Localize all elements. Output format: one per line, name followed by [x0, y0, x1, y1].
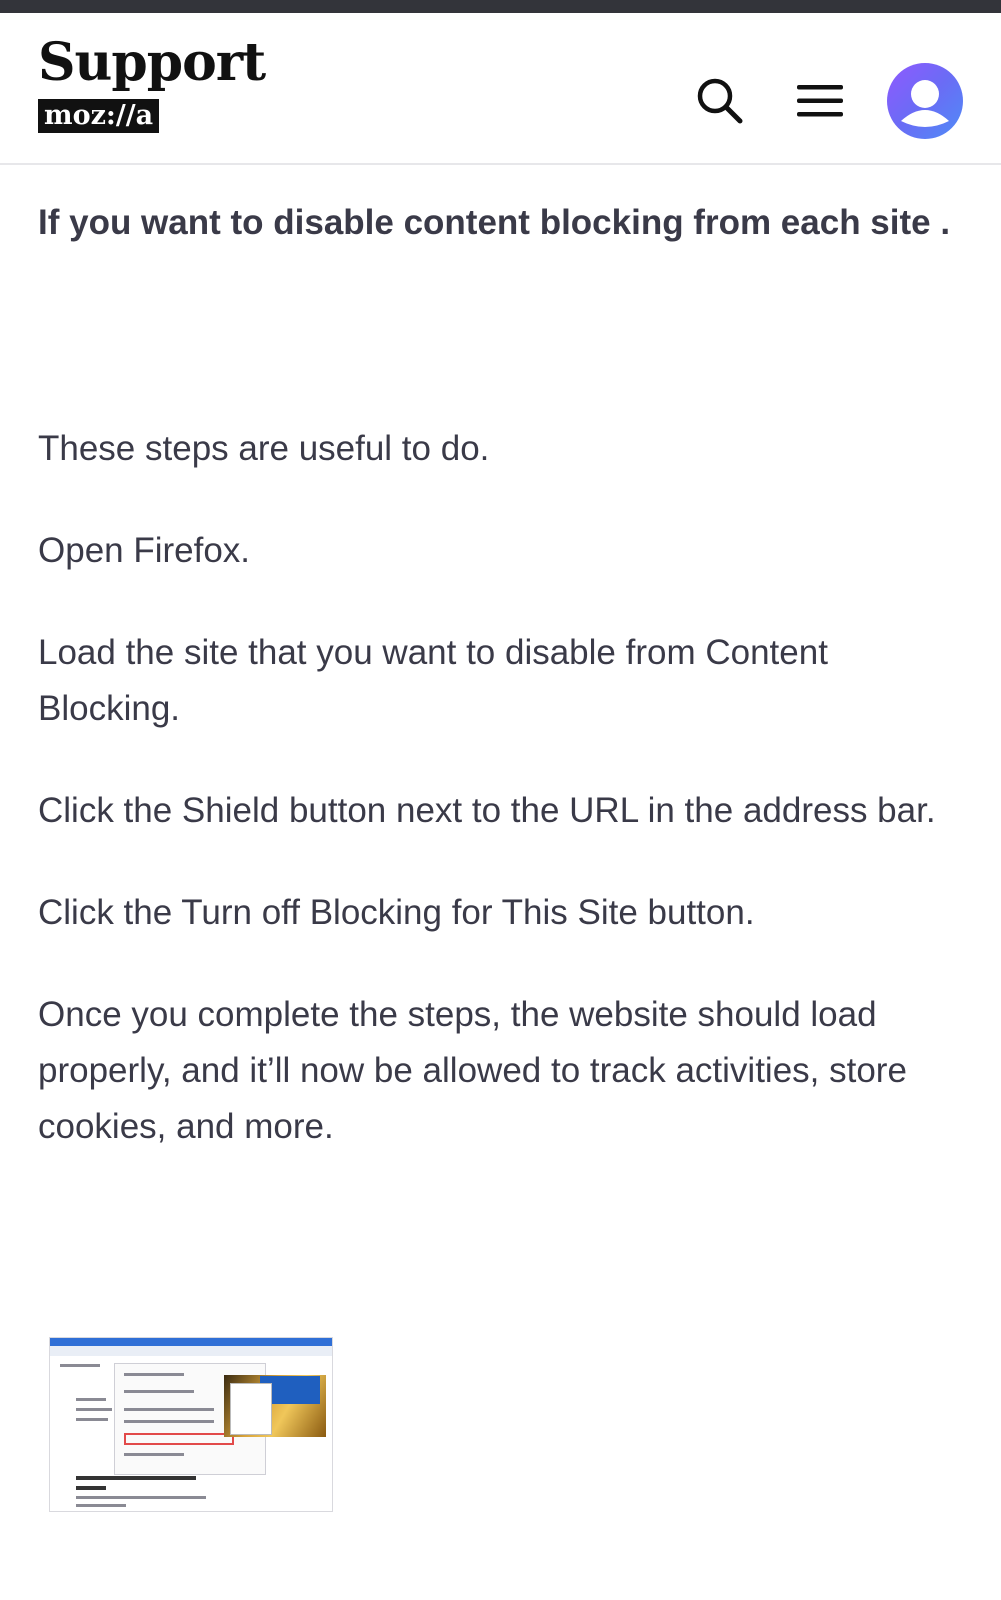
article-paragraph: Load the site that you want to disable f…: [38, 633, 828, 728]
thumbnail-text-line: [60, 1364, 100, 1367]
article-paragraph: Once you complete the steps, the website…: [38, 995, 907, 1146]
mozilla-wordmark: moz://a: [38, 99, 160, 133]
search-icon: [697, 78, 743, 124]
thumbnail-text-line: [124, 1408, 214, 1411]
thumbnail-heading-line: [76, 1486, 106, 1490]
search-button[interactable]: [690, 71, 750, 131]
thumbnail-text-line: [124, 1373, 184, 1376]
article-paragraph: Click the Turn off Blocking for This Sit…: [38, 893, 755, 932]
user-avatar-button[interactable]: [887, 63, 963, 139]
article-heading: If you want to disable content blocking …: [38, 203, 951, 242]
article-paragraph: These steps are useful to do.: [38, 429, 490, 468]
article-body: If you want to disable content blocking …: [38, 165, 968, 1155]
thumbnail-text-line: [76, 1496, 206, 1499]
menu-button[interactable]: [790, 71, 850, 131]
site-header: Support moz://a: [0, 13, 1001, 165]
thumbnail-text-line: [76, 1398, 106, 1401]
thumbnail-heading-line: [76, 1476, 196, 1480]
article-paragraph: Click the Shield button next to the URL …: [38, 791, 936, 830]
thumbnail-dialog: [230, 1383, 272, 1435]
thumbnail-toolbar: [50, 1346, 332, 1356]
thumbnail-text-line: [76, 1408, 112, 1411]
thumbnail-text-line: [124, 1453, 184, 1456]
thumbnail-window-bar: [50, 1338, 332, 1346]
brand-title: Support: [38, 32, 266, 93]
thumbnail-highlight-box: [124, 1433, 234, 1445]
user-avatar-icon: [901, 80, 949, 127]
thumbnail-text-line: [124, 1420, 214, 1423]
article-paragraph: Open Firefox.: [38, 531, 251, 570]
status-strip: [0, 0, 1001, 13]
hamburger-menu-icon: [797, 85, 843, 117]
article-screenshot-thumbnail[interactable]: [49, 1337, 333, 1512]
brand-logo[interactable]: Support moz://a: [38, 32, 266, 133]
thumbnail-text-line: [76, 1418, 108, 1421]
thumbnail-text-line: [124, 1390, 194, 1393]
thumbnail-text-line: [76, 1504, 126, 1507]
